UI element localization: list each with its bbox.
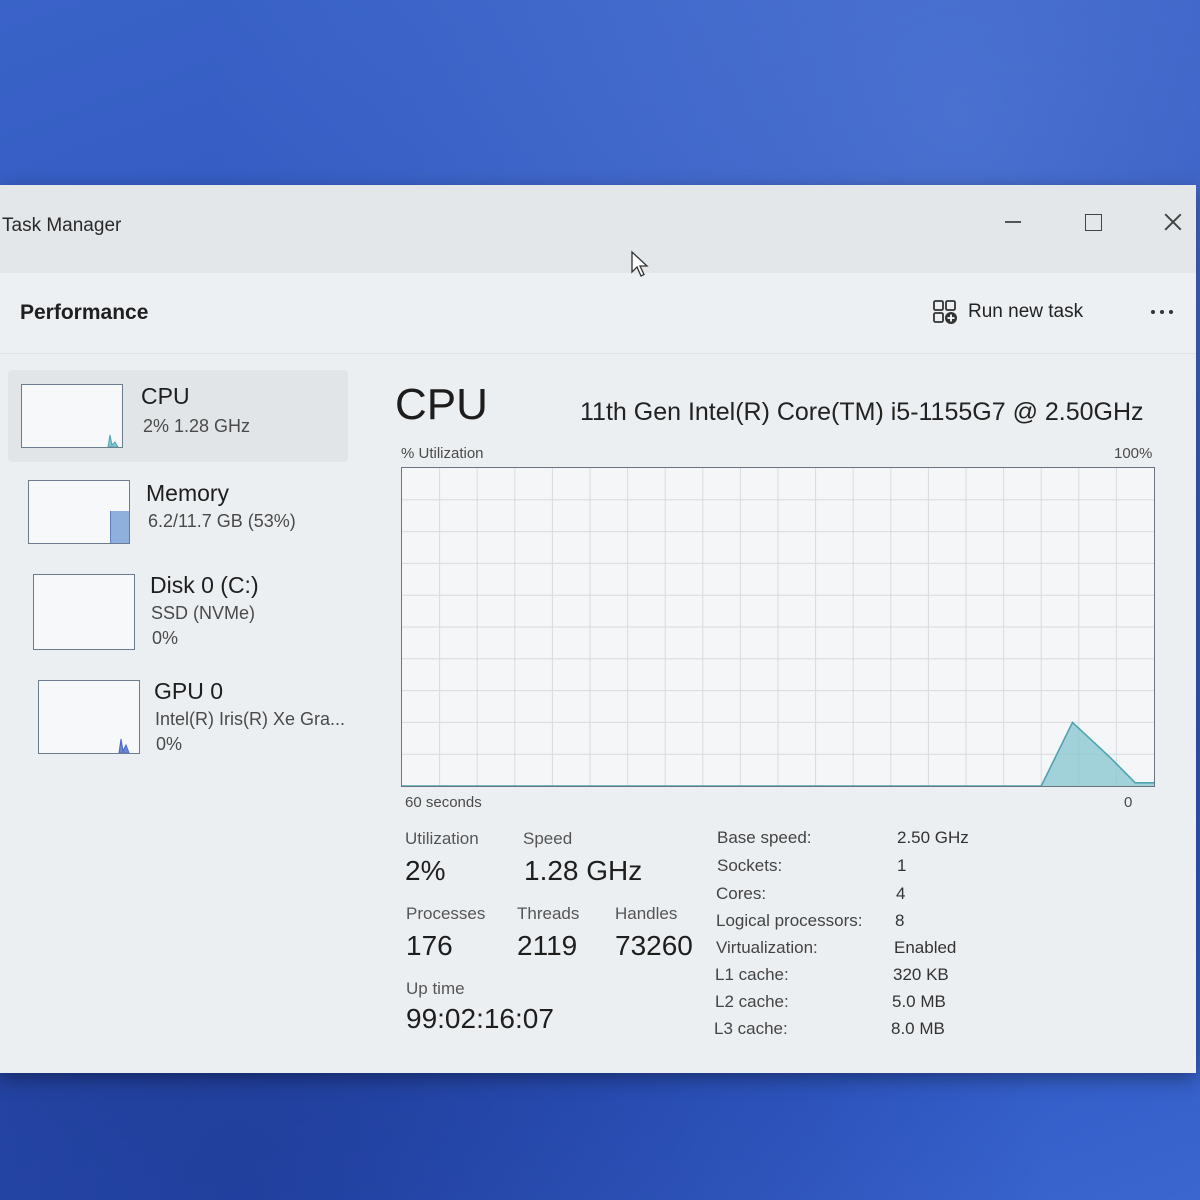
run-new-task-button[interactable]: Run new task: [932, 295, 1083, 329]
speed-label: Speed: [523, 829, 573, 848]
threads-value: 2119: [517, 930, 578, 961]
spec-label: Virtualization:: [716, 938, 818, 957]
uptime-value: 99:02:16:07: [406, 1003, 554, 1034]
handles-label: Handles: [615, 904, 678, 923]
spec-value: 4: [896, 884, 906, 903]
run-task-icon: [933, 300, 957, 324]
cpu-utilization-chart: [402, 468, 1154, 787]
cpu-heading: CPU: [395, 380, 488, 429]
graph-y-axis-label: % Utilization: [401, 445, 484, 462]
sidebar-item-title: Disk 0 (C:): [150, 572, 259, 598]
cpu-utilization-graph: [401, 467, 1155, 787]
sidebar-item-title: GPU 0: [154, 678, 224, 704]
sidebar-item-gpu-0[interactable]: GPU 0 Intel(R) Iris(R) Xe Gra... 0%: [8, 668, 348, 760]
processes-value: 176: [406, 930, 453, 961]
gpu-mini-graph: [38, 680, 140, 754]
window-title: Task Manager: [2, 215, 122, 236]
command-bar: Performance Run new task: [0, 273, 1196, 354]
spec-value: 1: [897, 856, 907, 875]
utilization-value: 2%: [405, 855, 446, 886]
spec-value: Enabled: [894, 938, 957, 957]
uptime-label: Up time: [406, 979, 465, 998]
mouse-cursor-icon: [631, 250, 649, 277]
title-bar[interactable]: Task Manager: [0, 185, 1196, 273]
spec-label: Sockets:: [717, 856, 783, 875]
cpu-mini-graph: [21, 384, 123, 448]
spec-label: Logical processors:: [716, 911, 863, 930]
spec-label: L2 cache:: [715, 992, 789, 1011]
handles-value: 73260: [615, 930, 693, 961]
processes-label: Processes: [406, 904, 486, 923]
memory-usage-fill: [110, 511, 129, 543]
gpu-mini-spike: [118, 738, 130, 754]
disk-mini-graph: [33, 574, 135, 650]
utilization-label: Utilization: [405, 829, 479, 848]
graph-x-left-label: 60 seconds: [405, 794, 482, 811]
maximize-icon: [1084, 213, 1102, 231]
page-title: Performance: [20, 301, 149, 324]
spec-label: L1 cache:: [715, 965, 789, 984]
sidebar-item-title: CPU: [141, 383, 190, 409]
close-button[interactable]: [1148, 199, 1198, 245]
more-icon: [1151, 310, 1155, 314]
sidebar-item-cpu[interactable]: CPU 2% 1.28 GHz: [8, 370, 348, 462]
spec-value: 2.50 GHz: [897, 828, 969, 847]
more-icon-dot: [1169, 310, 1173, 314]
spec-value: 320 KB: [893, 965, 949, 984]
more-icon-dot: [1160, 310, 1164, 314]
minimize-icon: [1005, 221, 1021, 223]
threads-label: Threads: [517, 904, 580, 923]
sidebar-item-detail: Intel(R) Iris(R) Xe Gra...: [155, 709, 346, 729]
spec-label: Base speed:: [717, 828, 812, 847]
graph-x-right-label: 0: [1124, 794, 1133, 811]
spec-label: L3 cache:: [714, 1019, 788, 1038]
sidebar-item-detail: 2% 1.28 GHz: [143, 416, 251, 436]
sidebar-item-memory[interactable]: Memory 6.2/11.7 GB (53%): [8, 468, 348, 560]
sidebar-item-title: Memory: [146, 480, 230, 506]
spec-value: 8.0 MB: [891, 1019, 945, 1038]
cpu-mini-spike: [107, 434, 119, 448]
close-icon: [1164, 213, 1182, 231]
graph-y-max-label: 100%: [1114, 445, 1153, 462]
spec-value: 5.0 MB: [892, 992, 946, 1011]
sidebar-item-detail: 6.2/11.7 GB (53%): [148, 511, 296, 531]
spec-value: 8: [895, 911, 905, 930]
memory-mini-graph: [28, 480, 130, 544]
speed-value: 1.28 GHz: [524, 855, 643, 886]
cpu-model-name: 11th Gen Intel(R) Core(TM) i5-1155G7 @ 2…: [580, 398, 1144, 426]
sidebar-item-detail: SSD (NVMe): [151, 603, 256, 623]
run-new-task-label: Run new task: [968, 301, 1084, 322]
sidebar-item-disk-0[interactable]: Disk 0 (C:) SSD (NVMe) 0%: [8, 562, 348, 654]
sidebar-item-usage: 0%: [156, 734, 183, 754]
maximize-button[interactable]: [1068, 199, 1118, 245]
spec-label: Cores:: [716, 884, 767, 903]
minimize-button[interactable]: [988, 199, 1038, 245]
more-options-button[interactable]: [1140, 297, 1184, 327]
sidebar-item-usage: 0%: [152, 628, 179, 648]
